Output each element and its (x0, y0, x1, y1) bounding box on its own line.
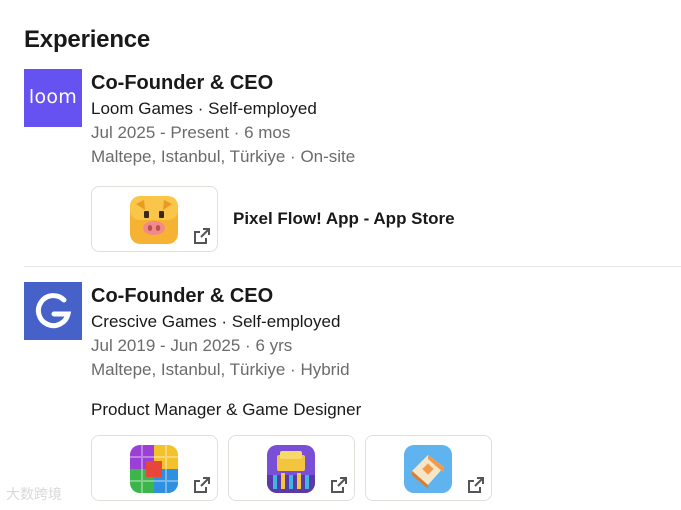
company-name[interactable]: Loom Games · Self-employed (91, 97, 355, 121)
watermark: 大数跨境 (6, 484, 62, 504)
external-link-icon (331, 477, 347, 493)
pig-app-icon (130, 196, 178, 244)
experience-info: Co-Founder & CEO Loom Games · Self-emplo… (91, 69, 355, 169)
colorful-blocks-app-icon (130, 445, 178, 493)
experience-info: Co-Founder & CEO Crescive Games · Self-e… (91, 282, 361, 422)
media-card-2[interactable] (228, 435, 355, 501)
loom-logo-text: loom (28, 86, 78, 108)
media-link-title[interactable]: Pixel Flow! App - App Store (233, 209, 455, 229)
company-logo-crescive[interactable] (24, 282, 82, 340)
job-title: Co-Founder & CEO (91, 285, 274, 307)
job-title: Co-Founder & CEO (91, 72, 274, 94)
divider (24, 266, 681, 267)
location: Maltepe, Istanbul, Türkiye · On-site (91, 147, 356, 166)
media-card-pixel-flow[interactable] (91, 186, 218, 252)
external-link-icon (194, 228, 210, 244)
date-range: Jul 2025 - Present · 6 mos (91, 123, 291, 142)
section-title: Experience (24, 26, 151, 53)
media-card-1[interactable] (91, 435, 218, 501)
location: Maltepe, Istanbul, Türkiye · Hybrid (91, 360, 350, 379)
date-range: Jul 2019 - Jun 2025 · 6 yrs (91, 336, 293, 355)
company-logo-loom[interactable]: loom (24, 69, 82, 127)
watermark-text: 大数跨境 (6, 487, 62, 503)
media-card-3[interactable] (365, 435, 492, 501)
building-blocks-app-icon (404, 445, 452, 493)
money-stack-app-icon (267, 445, 315, 493)
external-link-icon (468, 477, 484, 493)
external-link-icon (194, 477, 210, 493)
role-description: Product Manager & Game Designer (91, 400, 362, 419)
company-name[interactable]: Crescive Games · Self-employed (91, 310, 361, 334)
crescive-logo-icon (35, 293, 72, 329)
